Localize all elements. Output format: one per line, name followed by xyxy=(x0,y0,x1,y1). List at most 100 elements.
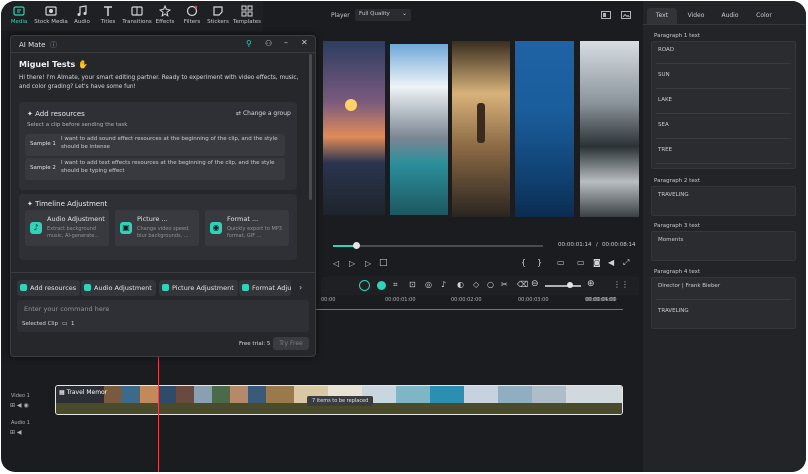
tile-audio-adjustment[interactable]: ♪ Audio Adjustment Extract background mu… xyxy=(25,210,109,246)
tile-picture-adjustment[interactable]: ▣ Picture ... Change video speed, blur b… xyxy=(115,210,199,246)
tile-format-adjustment[interactable]: ◉ Format ... Quickly export to MP3 forma… xyxy=(205,210,289,246)
monitor-icon[interactable]: ▭ xyxy=(577,258,585,267)
toolbar-templates[interactable]: Templates xyxy=(231,5,263,25)
timeline-toolbar: ⌗ ⊡ ◎ ♪ ◐ ◇ ○ ✂ ⌫ ⊖ ⊕ ⋮⋮ xyxy=(321,277,639,295)
tab-video[interactable]: Video xyxy=(681,8,711,24)
audio-edit-icon[interactable]: ♪ xyxy=(441,280,446,289)
zoom-out-icon[interactable]: ⊖ xyxy=(531,279,539,289)
play-icon[interactable]: ▷ xyxy=(365,259,371,268)
timeline-adjustment-title: ✦ Timeline Adjustment xyxy=(27,200,108,208)
track-audio-controls[interactable]: ⊞ ◀ xyxy=(10,429,22,436)
sample-2-text: I want to add text effects resources at … xyxy=(61,160,275,174)
person-icon[interactable]: ⚇ xyxy=(265,39,272,48)
speed-icon[interactable]: ◎ xyxy=(425,280,432,289)
text-field-sun[interactable]: SUN xyxy=(656,68,791,89)
text-field-sea[interactable]: SEA xyxy=(656,118,791,139)
player-progress-handle[interactable] xyxy=(353,242,361,249)
grid-view-icon[interactable]: ⋮⋮ xyxy=(613,280,629,289)
split-icon[interactable]: ✂ xyxy=(501,280,508,289)
track-video-controls[interactable]: ⊞ ◀ ◉ xyxy=(10,402,29,409)
preview-thumb-lake xyxy=(390,44,448,215)
chip-icon xyxy=(162,284,169,291)
timeline-adjustment-card: ✦ Timeline Adjustment ♪ Audio Adjustment… xyxy=(19,194,297,260)
tab-audio[interactable]: Audio xyxy=(715,8,745,24)
player-header: Player Full Quality ⌄ xyxy=(323,3,639,29)
crop-icon[interactable]: ⊡ xyxy=(409,280,416,289)
text-field-traveling-2[interactable]: TRAVELING xyxy=(656,304,791,325)
toolbar-stock-media[interactable]: Stock Media xyxy=(34,5,68,25)
video-clip[interactable]: ▦ Travel Memor 7 items to be replaced xyxy=(55,385,623,415)
zoom-slider-handle[interactable] xyxy=(567,282,573,288)
expand-icon[interactable]: ⤢ xyxy=(623,258,629,268)
command-input[interactable]: Enter your command here Selected Clip ▭ … xyxy=(17,300,309,332)
prev-frame-icon[interactable]: ◁ xyxy=(333,259,339,268)
keyframe-icon[interactable]: ⌗ xyxy=(393,280,398,290)
text-field-tree[interactable]: TREE xyxy=(656,143,791,164)
add-resources-subtitle: Select a clip before sending the task xyxy=(27,122,128,128)
mask-icon[interactable]: ◇ xyxy=(473,280,479,289)
pin-icon[interactable]: ⚲ xyxy=(246,39,252,48)
volume-icon[interactable]: ◀ xyxy=(608,258,614,267)
toolbar-transitions[interactable]: Transitions xyxy=(121,5,153,25)
toolbar-effects[interactable]: Effects xyxy=(150,5,180,25)
effects-icon xyxy=(159,5,171,17)
toolbar-media[interactable]: Media xyxy=(4,5,34,25)
sparkle-icon: ✦ xyxy=(27,200,33,208)
delete-icon[interactable]: ⌫ xyxy=(517,280,528,289)
ai-tools-icon[interactable] xyxy=(359,280,370,291)
minimize-icon[interactable]: – xyxy=(284,38,288,47)
try-free-button[interactable]: Try Free xyxy=(273,337,309,350)
sample-2[interactable]: Sample 2 I want to add text effects reso… xyxy=(25,158,285,180)
time-separator: / xyxy=(596,242,598,248)
toolbar-titles[interactable]: Titles xyxy=(93,5,123,25)
command-placeholder: Enter your command here xyxy=(24,305,110,313)
mark-in-icon[interactable]: { xyxy=(521,258,526,267)
zoom-in-icon[interactable]: ⊕ xyxy=(587,279,595,289)
chip-format-adjustment[interactable]: Format Adju xyxy=(239,280,291,296)
compare-view-icon[interactable] xyxy=(601,11,611,19)
playhead[interactable] xyxy=(158,356,159,472)
green-screen-icon[interactable] xyxy=(377,281,386,290)
chip-picture-adjustment[interactable]: Picture Adjustment xyxy=(159,280,238,296)
text-field-lake[interactable]: LAKE xyxy=(656,93,791,114)
chip-audio-adjustment[interactable]: Audio Adjustment xyxy=(81,280,156,296)
zoom-slider[interactable] xyxy=(545,282,581,288)
mark-out-icon[interactable]: } xyxy=(537,258,542,267)
fullscreen-options-icon[interactable]: ▭ xyxy=(557,258,565,267)
panel-scrollbar[interactable] xyxy=(309,54,312,200)
replace-badge: 7 items to be replaced xyxy=(307,396,374,406)
camera-icon[interactable]: ◙ xyxy=(593,258,601,267)
player-progress-track[interactable] xyxy=(333,242,543,249)
record-icon[interactable]: ○ xyxy=(487,280,494,289)
step-back-icon[interactable]: ▷ xyxy=(349,259,355,268)
selected-clip-count: 1 xyxy=(71,321,75,327)
chevron-right-icon[interactable]: › xyxy=(299,283,302,292)
ruler-tick: 00:00:02:00 xyxy=(451,297,482,303)
close-icon[interactable]: ✕ xyxy=(301,38,308,47)
timeline-ruler[interactable]: 00:00 00:00:01:00 00:00:02:00 00:00:03:0… xyxy=(319,295,631,309)
chevron-down-icon: ⌄ xyxy=(401,10,407,17)
toolbar-stickers[interactable]: Stickers xyxy=(203,5,233,25)
color-icon[interactable]: ◐ xyxy=(457,280,464,289)
filters-icon xyxy=(186,5,198,17)
tab-color[interactable]: Color xyxy=(749,8,779,24)
chip-icon xyxy=(20,284,27,291)
change-group-button[interactable]: ⇄ Change a group xyxy=(236,110,291,117)
text-field-road[interactable]: ROAD xyxy=(656,43,791,64)
text-field-traveling[interactable]: TRAVELING xyxy=(656,188,791,209)
stock-media-icon xyxy=(45,6,57,16)
sample-1-text: I want to add sound effect resources at … xyxy=(61,136,278,150)
chip-add-resources[interactable]: Add resources xyxy=(17,280,81,296)
preview-thumb-trees xyxy=(580,41,639,217)
stop-icon[interactable]: □ xyxy=(379,258,388,268)
help-icon[interactable]: ⓘ xyxy=(50,40,57,50)
total-time: 00:00:08:14 xyxy=(602,242,636,248)
text-field-moments[interactable]: Moments xyxy=(656,233,791,254)
quality-select[interactable]: Full Quality ⌄ xyxy=(355,9,411,21)
chip-icon xyxy=(84,284,91,291)
tab-text[interactable]: Text xyxy=(647,8,677,24)
sample-1[interactable]: Sample 1 I want to add sound effect reso… xyxy=(25,134,285,156)
snapshot-icon[interactable] xyxy=(621,11,631,19)
text-field-director[interactable]: Director | Frank Bieber xyxy=(656,279,791,300)
ai-mate-panel: AI Mate ⓘ ⚲ ⚇ – ✕ Miguel Tests ✋ Hi ther… xyxy=(10,35,316,357)
